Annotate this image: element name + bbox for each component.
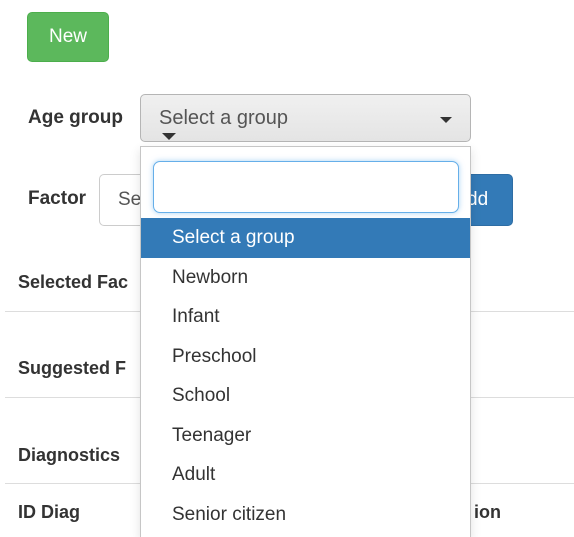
chevron-down-icon [440,117,452,123]
dropdown-option[interactable]: Preschool [141,337,470,377]
dropdown-option[interactable]: Select a group [141,218,470,258]
dropdown-option[interactable]: Adult [141,455,470,495]
dropdown-option[interactable]: Infant [141,297,470,337]
dropdown-option[interactable]: Newborn [141,258,470,298]
age-group-selected-value: Select a group [159,106,288,129]
dropdown-option[interactable]: Teenager [141,416,470,456]
age-group-select[interactable]: Select a group [140,94,471,142]
new-button[interactable]: New [27,12,109,62]
table-header-partial: ion [474,502,501,522]
caret-down-icon [162,133,176,140]
age-group-dropdown: Select a group Newborn Infant Preschool Scho… [140,146,471,537]
dropdown-options-list: Select a group Newborn Infant Preschool Scho… [141,218,470,534]
factor-input-value: Se [118,189,142,210]
dropdown-option[interactable]: Senior citizen [141,495,470,535]
factor-label: Factor [28,188,87,209]
table-header-id-diag: ID Diag [18,502,81,522]
age-group-label: Age group [28,107,123,128]
selected-factors-heading: Selected Fac [18,272,129,292]
dropdown-search-input[interactable] [153,161,459,213]
dropdown-option[interactable]: School [141,376,470,416]
suggested-heading: Suggested F [18,358,127,378]
diagnostics-heading: Diagnostics [18,445,121,465]
